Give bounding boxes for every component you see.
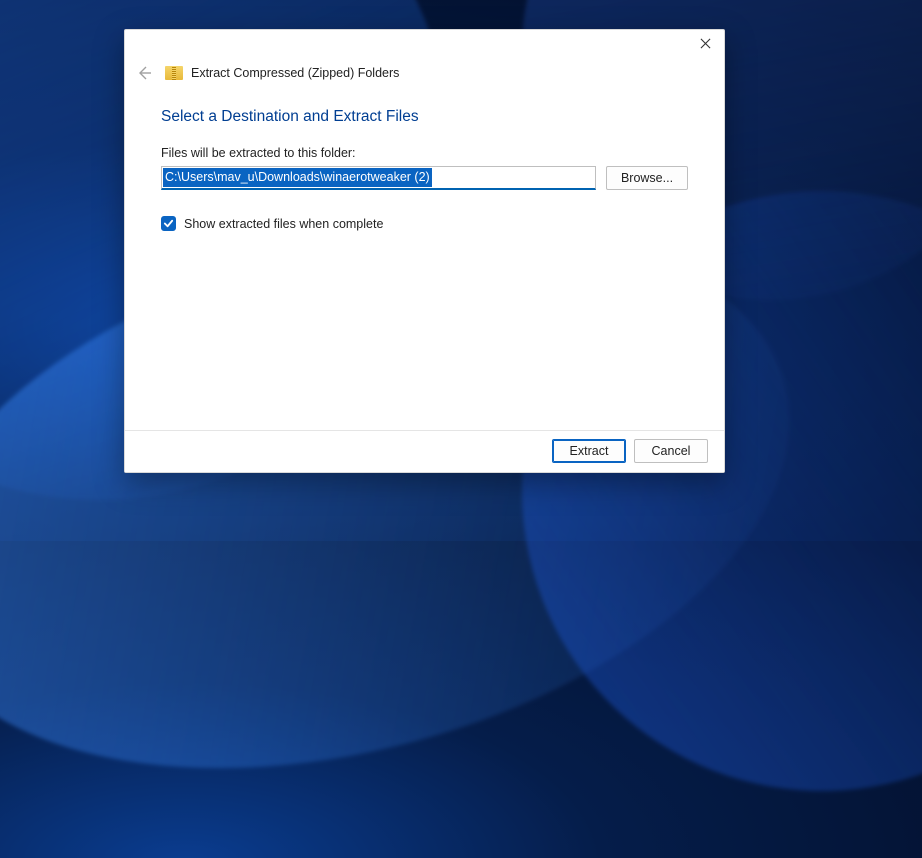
- dialog-header: Extract Compressed (Zipped) Folders: [125, 30, 724, 84]
- destination-path-input[interactable]: [161, 166, 596, 190]
- dialog-content: Select a Destination and Extract Files F…: [125, 84, 724, 430]
- close-icon: [700, 38, 711, 49]
- browse-button[interactable]: Browse...: [606, 166, 688, 190]
- cancel-button[interactable]: Cancel: [634, 439, 708, 463]
- path-input-wrap: C:\Users\mav_u\Downloads\winaerotweaker …: [161, 166, 596, 190]
- show-extracted-checkbox[interactable]: [161, 216, 176, 231]
- dialog-footer: Extract Cancel: [125, 430, 724, 472]
- zip-folder-icon: [165, 66, 183, 80]
- dialog-title: Extract Compressed (Zipped) Folders: [191, 66, 399, 80]
- path-label: Files will be extracted to this folder:: [161, 146, 688, 160]
- show-extracted-row: Show extracted files when complete: [161, 216, 688, 231]
- extract-button[interactable]: Extract: [552, 439, 626, 463]
- back-button[interactable]: [133, 62, 155, 84]
- close-button[interactable]: [690, 32, 720, 54]
- page-heading: Select a Destination and Extract Files: [161, 108, 688, 126]
- show-extracted-label: Show extracted files when complete: [184, 217, 383, 231]
- arrow-left-icon: [136, 65, 152, 81]
- path-row: C:\Users\mav_u\Downloads\winaerotweaker …: [161, 166, 688, 190]
- checkmark-icon: [163, 218, 174, 229]
- extract-dialog: Extract Compressed (Zipped) Folders Sele…: [124, 29, 725, 473]
